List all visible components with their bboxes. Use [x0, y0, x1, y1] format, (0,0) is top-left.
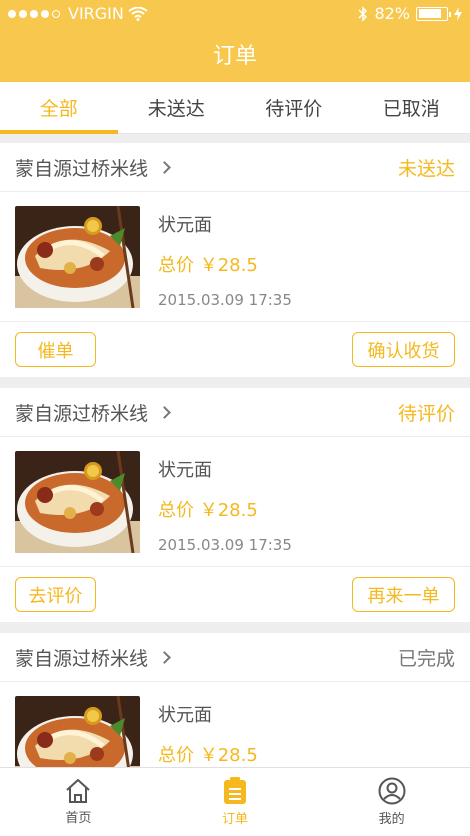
battery-icon: [416, 6, 451, 21]
tab-cancelled[interactable]: 已取消: [353, 82, 470, 133]
order-card: 蒙自源过桥米线 已完成 状元面 总价 ￥28.5: [0, 633, 470, 767]
nav-orders[interactable]: 订单: [157, 768, 314, 836]
order-status: 未送达: [397, 157, 455, 180]
order-status: 待评价: [397, 402, 455, 425]
dish-name: 状元面: [158, 215, 212, 236]
page-title: 订单: [212, 44, 257, 69]
order-actions: 去评价 再来一单: [0, 567, 470, 622]
order-card: 蒙自源过桥米线 待评价 状元面 总价 ￥28.5 2015.03.09 17:3…: [0, 388, 470, 622]
wifi-icon: [128, 6, 148, 21]
chevron-right-icon: [158, 405, 171, 419]
order-price: 总价 ￥28.5: [158, 500, 258, 521]
order-actions: 催单 确认收货: [0, 322, 470, 377]
chevron-right-icon: [158, 650, 171, 664]
bottom-nav: 首页 订单 我的: [0, 767, 470, 836]
order-card-header[interactable]: 蒙自源过桥米线 已完成: [0, 633, 470, 682]
dish-image: [15, 451, 140, 553]
order-status: 已完成: [397, 647, 455, 670]
review-button[interactable]: 去评价: [15, 577, 96, 612]
order-price: 总价 ￥28.5: [158, 745, 258, 766]
order-card: 蒙自源过桥米线 未送达 状元面 总价 ￥28.5 2015.03.09 17:3…: [0, 143, 470, 377]
order-tabs: 全部 未送达 待评价 已取消: [0, 82, 470, 134]
nav-profile[interactable]: 我的: [313, 768, 470, 836]
tab-all[interactable]: 全部: [0, 82, 118, 134]
reorder-button[interactable]: 再来一单: [352, 577, 455, 612]
order-card-header[interactable]: 蒙自源过桥米线 待评价: [0, 388, 470, 437]
signal-icon: [8, 9, 60, 18]
nav-orders-label: 订单: [222, 812, 249, 827]
nav-profile-label: 我的: [378, 812, 405, 827]
battery-percent: 82%: [374, 4, 410, 23]
orders-icon: [224, 777, 246, 804]
home-icon: [66, 779, 91, 803]
order-date: 2015.03.09 17:35: [158, 536, 292, 554]
header: VIRGIN 82% 订单: [0, 0, 470, 82]
order-item[interactable]: 状元面 总价 ￥28.5: [0, 682, 470, 767]
carrier-name: VIRGIN: [68, 4, 124, 23]
dish-image: [15, 696, 140, 767]
shop-name: 蒙自源过桥米线: [15, 402, 149, 425]
confirm-receipt-button[interactable]: 确认收货: [352, 332, 455, 367]
urge-order-button[interactable]: 催单: [15, 332, 96, 367]
shop-name: 蒙自源过桥米线: [15, 647, 149, 670]
order-list[interactable]: 蒙自源过桥米线 未送达 状元面 总价 ￥28.5 2015.03.09 17:3…: [0, 143, 470, 767]
dish-name: 状元面: [158, 460, 212, 481]
profile-icon: [378, 777, 406, 805]
bluetooth-icon: [358, 5, 368, 22]
status-bar: VIRGIN 82%: [0, 0, 470, 28]
shop-name: 蒙自源过桥米线: [15, 157, 149, 180]
order-item[interactable]: 状元面 总价 ￥28.5 2015.03.09 17:35: [0, 192, 470, 322]
tab-to-review[interactable]: 待评价: [235, 82, 353, 133]
tab-undelivered[interactable]: 未送达: [118, 82, 236, 133]
nav-home[interactable]: 首页: [0, 768, 157, 836]
order-card-header[interactable]: 蒙自源过桥米线 未送达: [0, 143, 470, 192]
nav-home-label: 首页: [65, 811, 92, 826]
order-date: 2015.03.09 17:35: [158, 291, 292, 309]
chevron-right-icon: [158, 160, 171, 174]
charging-icon: [454, 6, 462, 21]
dish-name: 状元面: [158, 705, 212, 726]
order-price: 总价 ￥28.5: [158, 255, 258, 276]
dish-image: [15, 206, 140, 308]
order-item[interactable]: 状元面 总价 ￥28.5 2015.03.09 17:35: [0, 437, 470, 567]
